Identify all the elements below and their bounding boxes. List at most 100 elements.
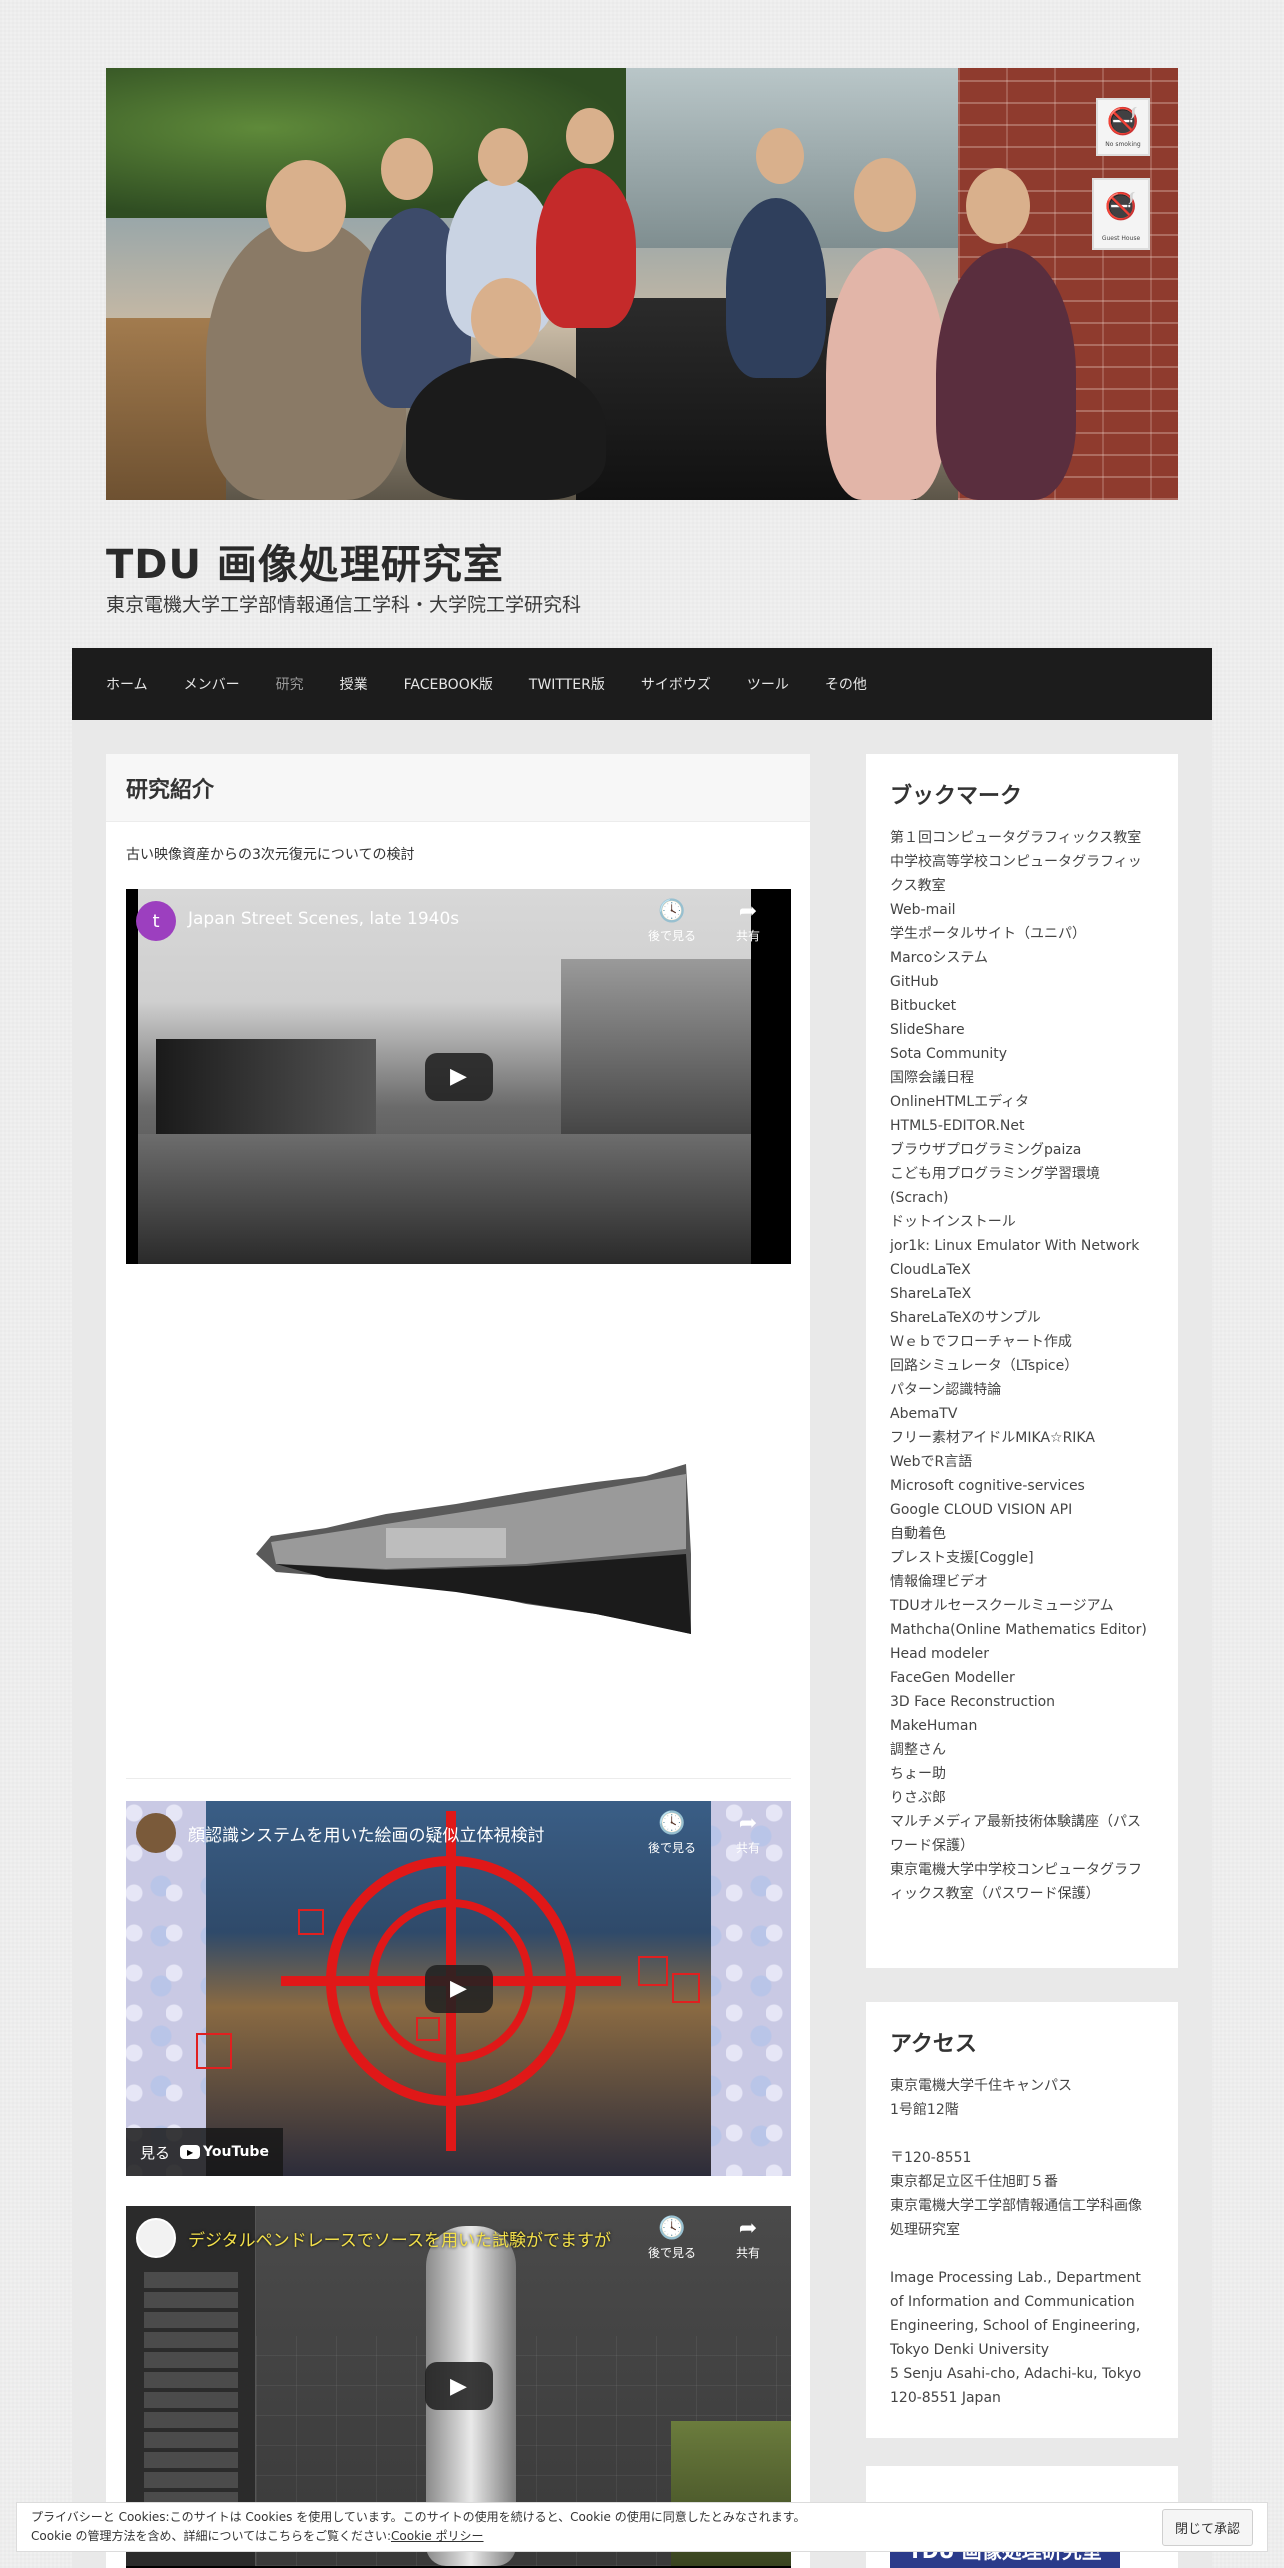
youtube-logo: ▶ YouTube (180, 2144, 269, 2160)
content-divider (126, 1778, 791, 1779)
cookie-accept-button[interactable]: 閉じて承認 (1161, 2508, 1253, 2546)
play-button[interactable]: ▶ (424, 2362, 493, 2410)
bookmark-link[interactable]: HTML5-EDITOR.Net (890, 1114, 1154, 1138)
clock-icon: 🕓 (658, 2216, 686, 2241)
bookmark-link[interactable]: ShareLaTeXのサンプル (890, 1306, 1154, 1330)
watch-later-button[interactable]: 🕓 後で見る (637, 1811, 707, 1856)
access-title: アクセス (890, 2032, 977, 2057)
play-button[interactable]: ▶ (424, 1964, 493, 2013)
site-title[interactable]: TDU 画像処理研究室 (106, 532, 504, 590)
bookmark-link[interactable]: 3D Face Reconstruction (890, 1690, 1154, 1714)
bookmark-link[interactable]: ドットインストール (890, 1210, 1154, 1234)
bookmark-link[interactable]: Ｗｅｂでフローチャート作成 (890, 1330, 1154, 1354)
cookie-message: プライバシーと Cookies:このサイトは Cookies を使用しています。… (31, 2508, 1162, 2546)
nav-item-twitter[interactable]: TWITTER版 (529, 674, 605, 694)
person-head (381, 138, 433, 200)
bookmark-link[interactable]: こども用プログラミング学習環境(Scrach) (890, 1162, 1154, 1210)
postal-code: 〒120-8551 (890, 2150, 972, 2166)
channel-avatar[interactable]: t (136, 901, 176, 941)
bookmark-link[interactable]: FaceGen Modeller (890, 1666, 1154, 1690)
play-icon: ▶ (450, 1976, 467, 2001)
bookmark-link[interactable]: ShareLaTeX (890, 1282, 1154, 1306)
bookmark-link[interactable]: Mathcha(Online Mathematics Editor) (890, 1618, 1154, 1642)
nav-item-research[interactable]: 研究 (276, 674, 304, 694)
nav-item-classes[interactable]: 授業 (340, 674, 368, 694)
watch-on-youtube-button[interactable]: 見る ▶ YouTube (126, 2128, 283, 2176)
cg-panel-row (144, 2312, 238, 2328)
cg-panel-row (144, 2432, 238, 2448)
cg-panel-row (144, 2412, 238, 2428)
bookmark-link[interactable]: OnlineHTMLエディタ (890, 1090, 1154, 1114)
share-label: 共有 (735, 1841, 760, 1855)
cookie-policy-link[interactable]: Cookie ポリシー (391, 2529, 484, 2543)
letterbox-left (126, 889, 138, 1264)
bookmark-link[interactable]: プレスト支援[Coggle] (890, 1546, 1154, 1570)
bookmark-link[interactable]: 回路シミュレータ（LTspice） (890, 1354, 1154, 1378)
bookmark-link[interactable]: SlideShare (890, 1018, 1154, 1042)
share-button[interactable]: ➦ 共有 (713, 899, 783, 944)
bookmark-link[interactable]: Sota Community (890, 1042, 1154, 1066)
nav-item-cybozu[interactable]: サイボウズ (641, 674, 711, 694)
video-title[interactable]: Japan Street Scenes, late 1940s (188, 909, 459, 929)
bookmark-link[interactable]: CloudLaTeX (890, 1258, 1154, 1282)
bookmark-link[interactable]: jor1k: Linux Emulator With Network (890, 1234, 1154, 1258)
bookmark-link[interactable]: 東京電機大学中学校コンピュータグラフィックス教室（パスワード保護） (890, 1858, 1154, 1906)
play-button[interactable]: ▶ (424, 1052, 493, 1101)
article-header: 研究紹介 (106, 754, 810, 822)
article-intro: 古い映像資産からの3次元復元についての検討 (126, 847, 415, 863)
bookmark-link[interactable]: 中学校高等学校コンピュータグラフィックス教室 (890, 850, 1154, 898)
cg-panel-row (144, 2292, 238, 2308)
video-embed-face-recognition[interactable]: 顔認識システムを用いた絵画の疑似立体視検討 🕓 後で見る ➦ 共有 ▶ 見る ▶… (126, 1801, 791, 2176)
access-widget: アクセス 東京電機大学千住キャンパス 1号館12階 〒120-8551 東京都足… (866, 2002, 1178, 2438)
nav-item-other[interactable]: その他 (825, 674, 867, 694)
bookmark-link[interactable]: 情報倫理ビデオ (890, 1570, 1154, 1594)
bookmark-link[interactable]: Web-mail (890, 898, 1154, 922)
bookmark-link[interactable]: 学生ポータルサイト（ユニパ） (890, 922, 1154, 946)
person-head (266, 160, 346, 252)
clock-icon: 🕓 (658, 899, 686, 924)
bookmark-link[interactable]: Google CLOUD VISION API (890, 1498, 1154, 1522)
person-head (566, 108, 614, 164)
bookmark-link[interactable]: ブラウザプログラミングpaiza (890, 1138, 1154, 1162)
watch-later-button[interactable]: 🕓 後で見る (637, 899, 707, 944)
bookmark-link[interactable]: Marcoシステム (890, 946, 1154, 970)
bookmark-link[interactable]: りさぶ郎 (890, 1786, 1154, 1810)
bookmark-link[interactable]: MakeHuman (890, 1714, 1154, 1738)
person-head (966, 168, 1030, 244)
bookmark-link[interactable]: Head modeler (890, 1642, 1154, 1666)
watch-later-button[interactable]: 🕓 後で見る (637, 2216, 707, 2261)
bookmark-link[interactable]: AbemaTV (890, 1402, 1154, 1426)
no-smoking-icon: 🚭 (1106, 106, 1140, 137)
bookmark-link[interactable]: WebでR言語 (890, 1450, 1154, 1474)
bookmark-link[interactable]: 国際会議日程 (890, 1066, 1154, 1090)
share-button[interactable]: ➦ 共有 (713, 2216, 783, 2261)
channel-avatar[interactable] (136, 1813, 176, 1853)
bookmark-link[interactable]: パターン認識特論 (890, 1378, 1154, 1402)
clock-icon: 🕓 (658, 1811, 686, 1836)
bookmark-link[interactable]: Microsoft cognitive-services (890, 1474, 1154, 1498)
share-button[interactable]: ➦ 共有 (713, 1811, 783, 1856)
bookmark-link[interactable]: マルチメディア最新技術体験講座（パスワード保護） (890, 1810, 1154, 1858)
bookmark-link[interactable]: 調整さん (890, 1738, 1154, 1762)
video-title[interactable]: デジタルペンドレースでソースを用いた試験がでますが (188, 2226, 611, 2251)
person-figure (536, 168, 636, 328)
person-figure (826, 248, 946, 500)
nav-item-facebook[interactable]: FACEBOOK版 (404, 674, 493, 694)
video-embed-street-scenes[interactable]: t Japan Street Scenes, late 1940s 🕓 後で見る… (126, 889, 791, 1264)
nav-item-tools[interactable]: ツール (747, 674, 789, 694)
bookmark-link[interactable]: GitHub (890, 970, 1154, 994)
header-image[interactable]: 🚭 No smoking 🚭 Guest House (106, 68, 1178, 500)
nav-item-home[interactable]: ホーム (106, 674, 148, 694)
bookmark-link[interactable]: フリー素材アイドルMIKA☆RIKA (890, 1426, 1154, 1450)
bookmark-link[interactable]: Bitbucket (890, 994, 1154, 1018)
video-title[interactable]: 顔認識システムを用いた絵画の疑似立体視検討 (188, 1821, 545, 1846)
bookmark-link[interactable]: TDUオルセースクールミュージアム (890, 1594, 1154, 1618)
bookmark-link[interactable]: 自動着色 (890, 1522, 1154, 1546)
channel-avatar[interactable] (136, 2218, 176, 2258)
bookmark-link[interactable]: 第１回コンピュータグラフィックス教室 (890, 826, 1154, 850)
bookmark-link[interactable]: ちょー助 (890, 1762, 1154, 1786)
thumbnail-road (126, 1134, 791, 1264)
nav-item-members[interactable]: メンバー (184, 674, 240, 694)
lab-name-jp: 東京電機大学工学部情報通信工学科画像処理研究室 (890, 2198, 1142, 2238)
campus-name: 東京電機大学千住キャンパス (890, 2078, 1072, 2094)
